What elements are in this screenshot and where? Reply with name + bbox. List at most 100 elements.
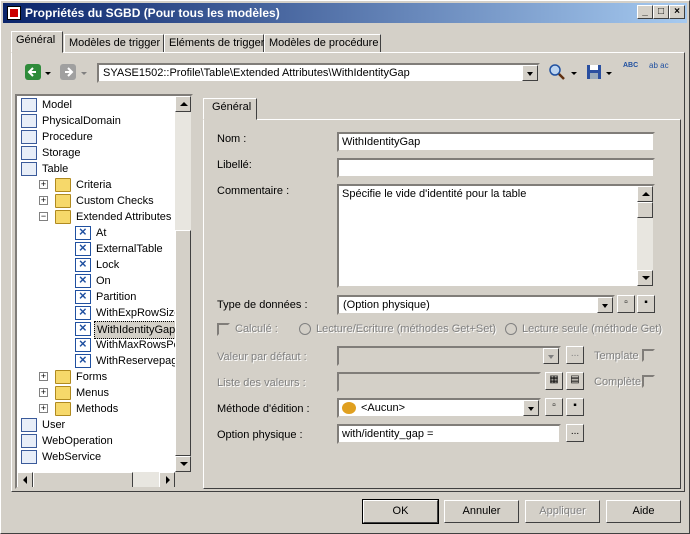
spell-check-icon[interactable]: ABC <box>623 61 641 79</box>
lecture-ecriture-label: Lecture/Ecriture (méthodes Get+Set) <box>316 323 497 335</box>
extended-attribute-icon <box>75 240 91 256</box>
back-icon[interactable] <box>25 64 41 80</box>
close-button[interactable]: × <box>669 5 685 19</box>
tree-item[interactable]: WithIdentityGap <box>17 320 179 339</box>
tab-general[interactable]: Général <box>11 31 63 53</box>
scroll-left-button[interactable] <box>17 472 33 487</box>
comment-scroll-thumb[interactable] <box>637 202 653 218</box>
help-button[interactable]: Aide <box>606 500 681 523</box>
tree-item[interactable]: WebOperation <box>17 433 173 449</box>
expand-icon[interactable]: + <box>39 372 48 381</box>
maximize-button[interactable]: □ <box>653 5 669 19</box>
tree-item[interactable]: Model <box>17 97 173 113</box>
expand-icon[interactable]: + <box>39 404 48 413</box>
collapse-icon[interactable]: − <box>39 212 48 221</box>
tree-item[interactable]: PhysicalDomain <box>17 113 173 129</box>
tab-trigger-elements[interactable]: Eléments de trigger <box>164 34 264 53</box>
tree-item[interactable]: Partition <box>17 288 173 305</box>
expand-icon[interactable]: + <box>39 180 48 189</box>
tree-item[interactable]: WithExpRowSize <box>17 304 180 321</box>
methode-combobox[interactable]: <Aucun> <box>337 398 541 418</box>
expand-icon[interactable]: + <box>39 196 48 205</box>
tree-item[interactable]: + Methods <box>17 401 173 417</box>
magnifier-icon[interactable] <box>548 63 566 81</box>
tree-item[interactable]: At <box>17 224 173 241</box>
lecture-ecriture-radio[interactable] <box>299 323 311 335</box>
liste-valeurs-input[interactable] <box>337 372 541 392</box>
method-new-icon[interactable]: ▫ <box>545 398 563 416</box>
list-edit-icon[interactable]: ▦ <box>545 372 563 390</box>
object-tree[interactable]: Model PhysicalDomain Procedure Storage Table… <box>15 94 193 489</box>
template-checkbox[interactable] <box>642 349 655 362</box>
calcule-checkbox[interactable] <box>217 323 230 336</box>
nom-input[interactable]: WithIdentityGap <box>337 132 655 152</box>
chevron-down-icon[interactable] <box>543 348 559 364</box>
chevron-down-icon[interactable] <box>522 65 538 81</box>
tree-item[interactable]: WithReservepagega <box>17 352 191 369</box>
find-dropdown-icon[interactable] <box>571 72 577 75</box>
scroll-down-button[interactable] <box>175 456 191 472</box>
list-properties-icon[interactable]: ▤ <box>566 372 584 390</box>
minimize-button[interactable]: _ <box>637 5 653 19</box>
tree-item[interactable]: Lock <box>17 256 173 273</box>
tree-item[interactable]: WithMaxRowsPerPa <box>17 336 191 353</box>
type-combobox[interactable]: (Option physique) <box>337 295 615 315</box>
chevron-down-icon[interactable] <box>523 400 539 416</box>
back-dropdown-icon[interactable] <box>45 72 51 75</box>
extended-attribute-icon <box>75 336 91 352</box>
method-properties-icon[interactable]: ▪ <box>566 398 584 416</box>
tree-item[interactable]: User <box>17 417 173 433</box>
tree-item[interactable]: Table <box>17 161 173 177</box>
path-combobox[interactable]: SYASE1502::Profile\Table\Extended Attrib… <box>97 63 540 83</box>
option-input[interactable]: with/identity_gap = <box>337 424 561 444</box>
tree-item-label: On <box>96 275 111 287</box>
floppy-icon[interactable] <box>585 63 603 81</box>
tree-item-label: Methods <box>76 403 119 415</box>
valeur-defaut-combobox[interactable] <box>337 346 561 366</box>
valeur-defaut-ellipsis-button[interactable]: ... <box>566 346 584 364</box>
save-dropdown-icon[interactable] <box>606 72 612 75</box>
scroll-up-button[interactable] <box>175 96 191 112</box>
scroll-right-button[interactable] <box>159 472 175 487</box>
tree-item[interactable]: − Extended Attributes <box>17 209 173 225</box>
tree-item-label: Table <box>42 163 69 175</box>
libelle-label: Libellé: <box>217 159 252 171</box>
tree-item[interactable]: + Menus <box>17 385 173 401</box>
complete-checkbox[interactable] <box>642 375 655 388</box>
cancel-button[interactable]: Annuler <box>444 500 519 523</box>
tree-horizontal-scrollbar[interactable] <box>17 472 175 487</box>
forward-dropdown-icon[interactable] <box>81 72 87 75</box>
commentaire-textarea[interactable]: Spécifie le vide d'identité pour la tabl… <box>337 184 655 288</box>
tree-item[interactable]: + Custom Checks <box>17 193 173 209</box>
tree-item[interactable]: + Forms <box>17 369 173 385</box>
forward-icon[interactable] <box>60 64 76 80</box>
expand-icon[interactable]: + <box>39 388 48 397</box>
apply-button[interactable]: Appliquer <box>525 500 600 523</box>
hscroll-thumb[interactable] <box>33 472 133 487</box>
nom-label: Nom : <box>217 133 247 145</box>
title-bar[interactable]: Propriétés du SGBD (Pour tous les modèle… <box>3 3 687 23</box>
tree-item[interactable]: Procedure <box>17 129 173 145</box>
tree-vertical-scrollbar[interactable] <box>175 96 191 472</box>
chevron-down-icon[interactable] <box>597 297 613 313</box>
properties-icon[interactable]: ▪ <box>637 295 655 313</box>
option-ellipsis-button[interactable]: ... <box>566 424 584 442</box>
tree-item-label: Partition <box>96 291 137 303</box>
comment-scroll-down[interactable] <box>637 270 653 286</box>
tree-item[interactable]: + Criteria <box>17 177 173 193</box>
tab-trigger-templates[interactable]: Modèles de trigger <box>64 34 164 53</box>
lecture-seule-radio[interactable] <box>505 323 517 335</box>
new-document-icon[interactable]: ▫ <box>617 295 635 313</box>
libelle-input[interactable] <box>337 158 655 178</box>
tree-item[interactable]: ExternalTable <box>17 240 173 257</box>
comment-scrollbar[interactable] <box>637 186 653 286</box>
tab-procedure-templates[interactable]: Modèles de procédure <box>264 34 381 53</box>
ok-button[interactable]: OK <box>362 499 439 524</box>
scroll-thumb[interactable] <box>175 230 191 456</box>
replace-icon[interactable]: ab ac <box>649 61 673 79</box>
inner-tab-general[interactable]: Général <box>203 98 257 120</box>
tree-item[interactable]: On <box>17 272 173 289</box>
tree-item[interactable]: Storage <box>17 145 173 161</box>
tree-item[interactable]: WebService <box>17 449 173 465</box>
comment-scroll-up[interactable] <box>637 186 653 202</box>
